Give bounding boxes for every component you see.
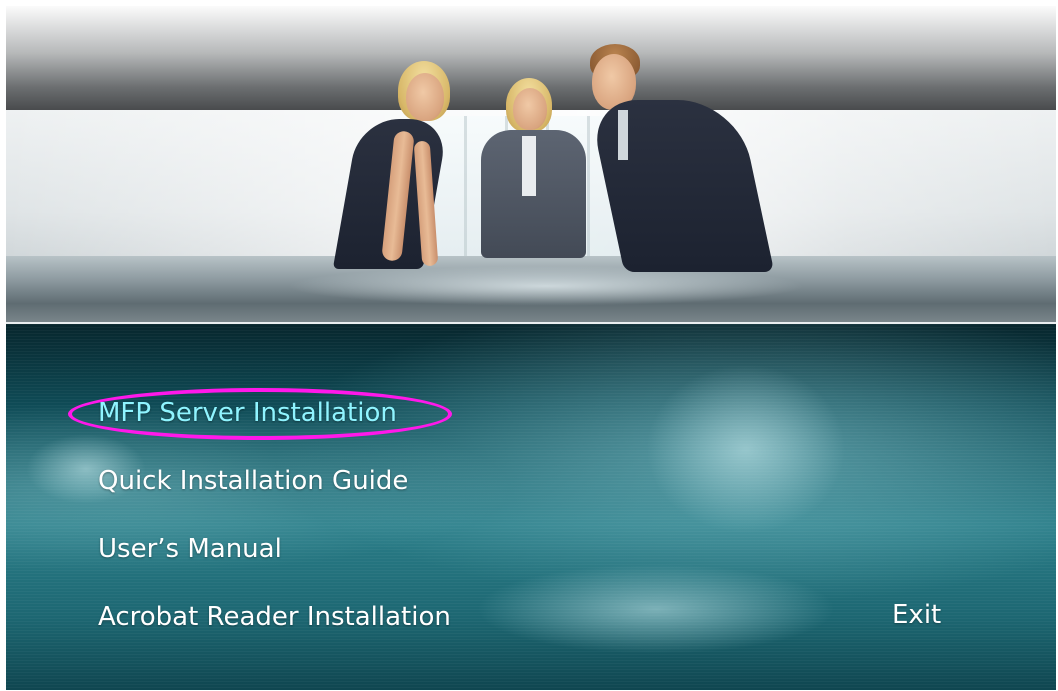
background-glow — [476, 564, 836, 654]
banner-photo — [6, 6, 1056, 324]
person-left — [306, 61, 456, 271]
autorun-window: MFP Server Installation Quick Installati… — [6, 6, 1056, 690]
background-glow — [646, 364, 846, 534]
menu-item-mfp-server-installation[interactable]: MFP Server Installation — [98, 398, 397, 428]
menu-panel: MFP Server Installation Quick Installati… — [6, 324, 1056, 690]
menu-item-users-manual[interactable]: User’s Manual — [98, 534, 282, 564]
menu-item-quick-installation-guide[interactable]: Quick Installation Guide — [98, 466, 408, 496]
menu-item-acrobat-reader-installation[interactable]: Acrobat Reader Installation — [98, 602, 451, 632]
person-right — [576, 44, 776, 274]
exit-button[interactable]: Exit — [892, 600, 941, 630]
